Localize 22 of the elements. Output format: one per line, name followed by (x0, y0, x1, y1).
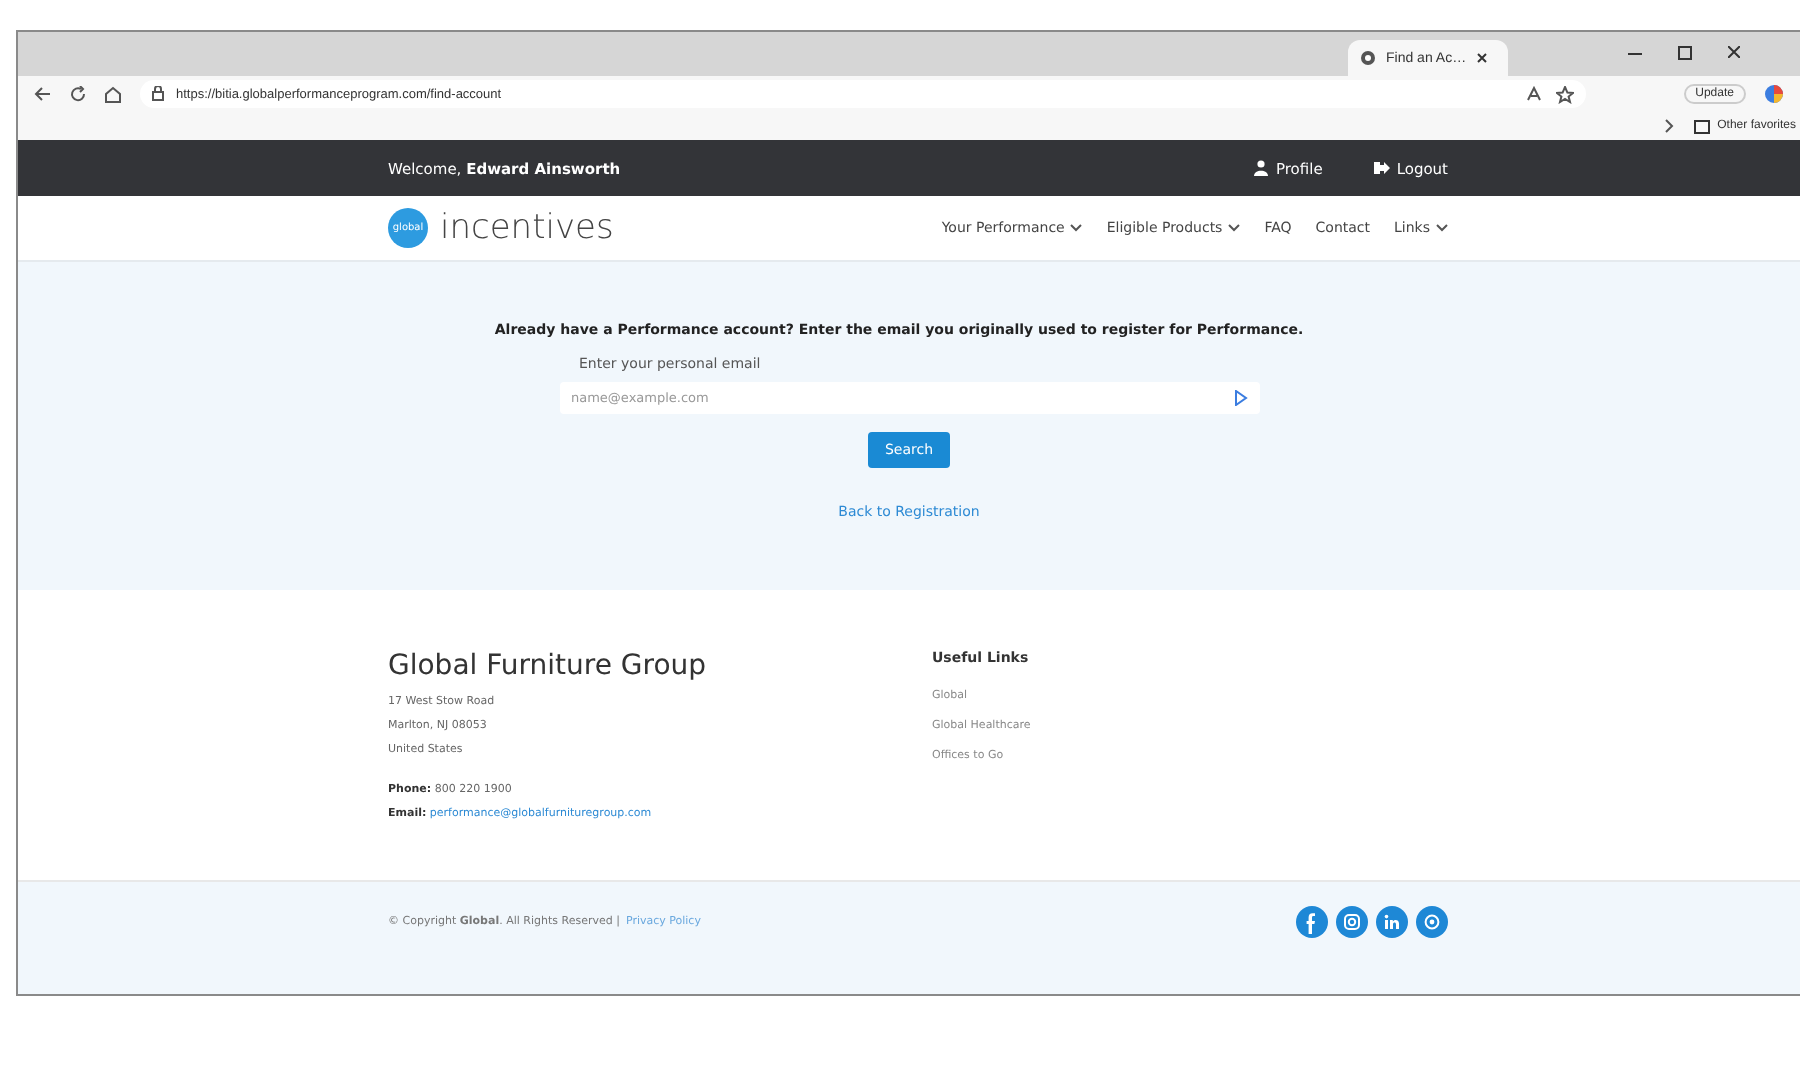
folder-icon (1693, 118, 1710, 134)
lock-icon (152, 86, 164, 102)
browser-icon[interactable] (1764, 84, 1784, 104)
star-icon[interactable] (1555, 85, 1574, 103)
refresh-icon[interactable] (70, 86, 86, 102)
company-name: Global Furniture Group (388, 650, 709, 682)
social-icon[interactable] (1416, 906, 1448, 938)
maximize-icon[interactable] (1678, 46, 1692, 60)
chevron-icon[interactable] (1663, 118, 1674, 134)
home-icon[interactable] (104, 85, 122, 103)
exit-icon (1374, 160, 1391, 176)
site-icon (1360, 50, 1376, 66)
logo-text: incentives (440, 208, 614, 248)
person-icon (1253, 160, 1270, 176)
read-aloud-icon[interactable] (1525, 86, 1544, 102)
close-icon[interactable] (1728, 46, 1740, 58)
back-arrow-icon[interactable] (34, 86, 52, 102)
autofill-icon[interactable] (1233, 390, 1247, 406)
instagram-icon[interactable] (1336, 906, 1368, 938)
facebook-icon[interactable] (1296, 906, 1328, 938)
linkedin-icon[interactable] (1376, 906, 1408, 938)
close-icon[interactable] (1476, 52, 1489, 64)
